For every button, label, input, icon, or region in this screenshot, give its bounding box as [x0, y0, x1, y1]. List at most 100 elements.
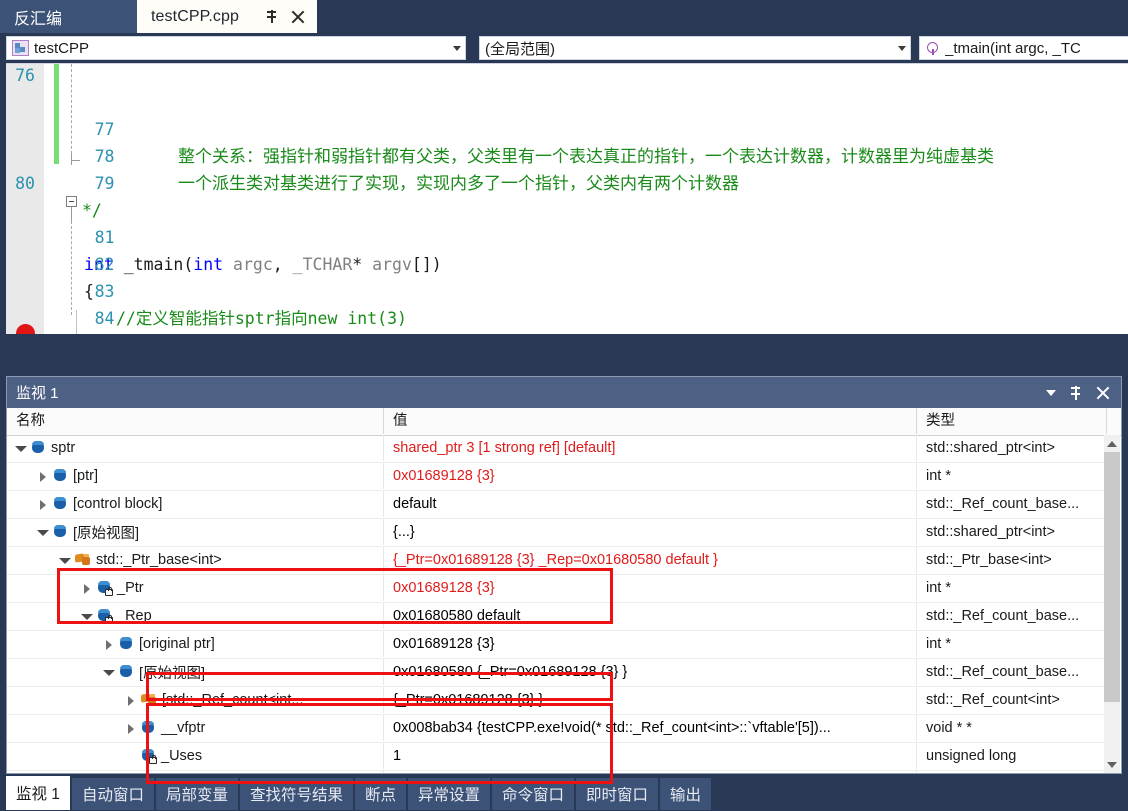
- watch-cell-value[interactable]: 0x01680580 {_Ptr=0x01689128 {3} }: [384, 659, 917, 685]
- watch-cell-value[interactable]: default: [384, 491, 917, 517]
- field-icon: [97, 609, 113, 624]
- bottom-tab-6[interactable]: 命令窗口: [492, 778, 575, 810]
- watch-row[interactable]: [ptr] 0x01689128 {3} int *: [7, 463, 1105, 491]
- bottom-tab-label: 即时窗口: [586, 787, 649, 804]
- field-icon: [141, 721, 156, 735]
- code-editor[interactable]: 76 77 整个关系：强指针和弱指针都有父类，父类里有一个表达真正的指针，一个表…: [6, 63, 1128, 335]
- scroll-down-button[interactable]: [1104, 756, 1120, 773]
- watch-cell-name[interactable]: _Weaks: [7, 771, 384, 773]
- function-selector[interactable]: _tmain(int argc, _TC: [919, 36, 1128, 60]
- watch-cell-value[interactable]: {...}: [384, 519, 917, 545]
- chevron-down-icon[interactable]: [453, 45, 461, 51]
- chevron-down-icon[interactable]: [898, 45, 906, 51]
- watch-cell-value[interactable]: {_Ptr=0x01689128 {3} }: [384, 687, 917, 713]
- tab-disassembly[interactable]: 反汇编: [0, 0, 137, 33]
- pin-icon[interactable]: [1070, 385, 1082, 400]
- function-selector-value: _tmain(int argc, _TC: [945, 39, 1081, 57]
- bottom-tab-2[interactable]: 局部变量: [156, 778, 239, 810]
- bottom-tab-0[interactable]: 监视 1: [6, 776, 70, 810]
- watch-vertical-scrollbar[interactable]: [1104, 435, 1120, 773]
- watch-cell-name[interactable]: [ptr]: [7, 463, 384, 489]
- watch-cell-name[interactable]: [control block]: [7, 491, 384, 517]
- project-selector[interactable]: testCPP: [6, 36, 466, 60]
- watch-cell-type: int *: [926, 636, 951, 652]
- bottom-tab-label: 监视 1: [16, 786, 60, 803]
- watch-item-name: std::_Ptr_base<int>: [96, 552, 222, 568]
- column-header-type[interactable]: 类型: [917, 408, 1107, 434]
- watch-row[interactable]: _Rep 0x01680580 default std::_Ref_count_ba…: [7, 603, 1105, 631]
- watch-row[interactable]: [original ptr] 0x01689128 {3} int *: [7, 631, 1105, 659]
- collapse-arrow-icon[interactable]: [59, 554, 72, 567]
- watch-cell-name[interactable]: _Ptr: [7, 575, 384, 601]
- expand-arrow-icon[interactable]: [125, 694, 138, 707]
- watch-cell-name[interactable]: __vfptr: [7, 715, 384, 741]
- close-icon[interactable]: [291, 10, 305, 24]
- watch-row[interactable]: _Uses 1 unsigned long: [7, 743, 1105, 771]
- watch-row[interactable]: __vfptr 0x008bab34 {testCPP.exe!void(* st…: [7, 715, 1105, 743]
- collapse-arrow-icon[interactable]: [15, 442, 28, 455]
- bottom-tab-label: 查找符号结果: [250, 787, 344, 804]
- watch-cell-name[interactable]: [原始视图]: [7, 519, 384, 545]
- watch-cell-value[interactable]: {_Ptr=0x01689128 {3} _Rep=0x01680580 def…: [384, 547, 917, 573]
- watch-cell-name[interactable]: _Rep: [7, 603, 384, 629]
- project-selector-value: testCPP: [34, 39, 90, 57]
- pin-icon[interactable]: [267, 10, 280, 23]
- chevron-right-icon: [128, 723, 134, 734]
- scope-selector-value: (全局范围): [485, 40, 555, 58]
- watch-cell-value[interactable]: 0x01689128 {3}: [384, 463, 917, 489]
- watch-row[interactable]: [原始视图] {...} std::shared_ptr<int>: [7, 519, 1105, 547]
- watch-row[interactable]: _Weaks1unsigned long: [7, 771, 1105, 773]
- collapse-arrow-icon[interactable]: [37, 526, 50, 539]
- expand-arrow-icon[interactable]: [37, 470, 50, 483]
- expand-arrow-icon[interactable]: [37, 498, 50, 511]
- bottom-tab-1[interactable]: 自动窗口: [72, 778, 155, 810]
- watch-cell-name[interactable]: [原始视图]: [7, 659, 384, 685]
- bottom-tab-4[interactable]: 断点: [355, 778, 407, 810]
- watch-row[interactable]: _Ptr 0x01689128 {3} int *: [7, 575, 1105, 603]
- code-text-area[interactable]: 76 77 整个关系：强指针和弱指针都有父类，父类里有一个表达真正的指针，一个表…: [6, 64, 1128, 335]
- expand-arrow-icon[interactable]: [103, 638, 116, 651]
- watch-cell-name[interactable]: sptr: [7, 435, 384, 461]
- expand-arrow-icon[interactable]: [81, 582, 94, 595]
- close-icon[interactable]: [1096, 386, 1110, 400]
- bottom-tab-3[interactable]: 查找符号结果: [240, 778, 354, 810]
- watch-cell-name[interactable]: _Uses: [7, 743, 384, 769]
- watch-cell-value[interactable]: 0x01689128 {3}: [384, 575, 917, 601]
- watch-cell-name[interactable]: [original ptr]: [7, 631, 384, 657]
- expand-arrow-icon[interactable]: [125, 722, 138, 735]
- lock-icon: [105, 587, 113, 596]
- watch-rows-container[interactable]: sptr shared_ptr 3 [1 strong ref] [default…: [7, 435, 1105, 773]
- bottom-tab-label: 命令窗口: [502, 787, 565, 804]
- collapse-arrow-icon[interactable]: [81, 610, 94, 623]
- watch-cell-value[interactable]: 1: [384, 743, 917, 769]
- watch-cell-value[interactable]: shared_ptr 3 [1 strong ref] [default]: [384, 435, 917, 461]
- line-number: 78: [94, 147, 115, 166]
- watch-row[interactable]: [原始视图] 0x01680580 {_Ptr=0x01689128 {3} } s…: [7, 659, 1105, 687]
- column-header-name[interactable]: 名称: [7, 408, 384, 434]
- watch-row[interactable]: sptr shared_ptr 3 [1 strong ref] [default…: [7, 435, 1105, 463]
- watch-row[interactable]: [std::_Ref_count<int... {_Ptr=0x01689128 …: [7, 687, 1105, 715]
- vertical-scroll-thumb[interactable]: [1104, 452, 1120, 702]
- watch-cell-value[interactable]: 0x01680580 default: [384, 603, 917, 629]
- scope-selector[interactable]: (全局范围): [479, 36, 911, 60]
- collapse-arrow-icon[interactable]: [103, 666, 116, 679]
- watch-row[interactable]: [control block] default std::_Ref_count_ba…: [7, 491, 1105, 519]
- watch-row[interactable]: std::_Ptr_base<int> {_Ptr=0x01689128 {3} …: [7, 547, 1105, 575]
- watch-cell-value[interactable]: 0x01689128 {3}: [384, 631, 917, 657]
- watch-cell-name[interactable]: [std::_Ref_count<int...: [7, 687, 384, 713]
- tab-testcpp-cpp-label: testCPP.cpp: [151, 7, 239, 25]
- column-header-value[interactable]: 值: [384, 408, 917, 434]
- tab-testcpp-cpp[interactable]: testCPP.cpp: [137, 0, 317, 33]
- bottom-tab-7[interactable]: 即时窗口: [576, 778, 659, 810]
- watch-cell-value[interactable]: 0x008bab34 {testCPP.exe!void(* std::_Ref…: [384, 715, 917, 741]
- watch-item-name: [原始视图]: [139, 665, 206, 682]
- bottom-tab-5[interactable]: 异常设置: [408, 778, 491, 810]
- chevron-down-icon: [1107, 761, 1117, 768]
- scroll-up-button[interactable]: [1104, 435, 1120, 452]
- chevron-down-icon[interactable]: [1046, 389, 1056, 396]
- watch-cell-name[interactable]: std::_Ptr_base<int>: [7, 547, 384, 573]
- line-number: 83: [94, 282, 115, 301]
- line-number: 82: [94, 255, 115, 274]
- watch-cell-value[interactable]: 1: [384, 771, 917, 773]
- bottom-tab-8[interactable]: 输出: [660, 778, 712, 810]
